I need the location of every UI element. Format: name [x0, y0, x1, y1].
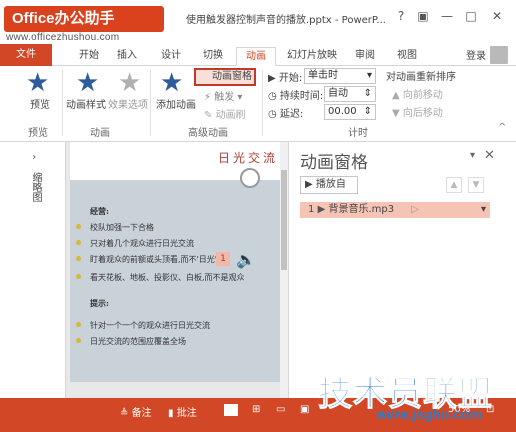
- login-link[interactable]: 登录: [466, 47, 486, 62]
- speaker-icon[interactable]: 🔈: [236, 250, 256, 269]
- slide-sorter-icon[interactable]: ⊞: [252, 404, 260, 415]
- animation-styles-star-icon[interactable]: ★: [76, 70, 99, 96]
- close-pane-icon[interactable]: ✕: [484, 148, 495, 163]
- animation-item-label: 背景音乐.mp3: [328, 204, 395, 215]
- slide-text-line: 经营:: [90, 206, 109, 216]
- start-dropdown[interactable]: 单击时 ▾: [304, 68, 376, 84]
- chevron-down-icon[interactable]: ▾: [481, 202, 490, 218]
- animation-pane-button[interactable]: 动画窗格: [194, 68, 256, 86]
- site-watermark-url: www.jsgho.com: [376, 406, 483, 422]
- ribbon: ★ 预览 预览 ★ 动画样式 ★ 效果选项 动画 ★ 添加动画 ⚡ 触发 ▾ ✎…: [0, 66, 516, 142]
- move-earlier-button[interactable]: ▲ 向前移动: [392, 86, 443, 101]
- effect-options-star-icon: ★: [118, 68, 142, 98]
- duration-input[interactable]: 自动 ⇕: [324, 86, 376, 102]
- start-label: ▶ 开始:: [268, 73, 303, 84]
- add-animation-button[interactable]: 添加动画: [156, 96, 196, 111]
- spinner-icon: ⇕: [363, 88, 372, 99]
- group-divider: [150, 70, 151, 136]
- ribbon-display-icon[interactable]: ▣: [412, 6, 434, 26]
- notes-button[interactable]: ≜ 备注: [120, 404, 152, 419]
- slide-heading[interactable]: 日光交流: [218, 149, 278, 166]
- move-up-icon[interactable]: ▲: [446, 177, 462, 193]
- group-divider: [262, 70, 263, 136]
- slide-text-line: 提示:: [90, 298, 109, 308]
- group-divider: [62, 70, 63, 136]
- slide-decoration-circle: [240, 168, 260, 188]
- tab-design[interactable]: 设计: [156, 47, 186, 66]
- close-button[interactable]: ✕: [486, 6, 508, 26]
- minimize-button[interactable]: —: [436, 6, 458, 26]
- chevron-down-icon: ▾: [366, 70, 372, 81]
- animation-pane-label: 动画窗格: [212, 71, 252, 82]
- group-label-preview: 预览: [28, 128, 48, 139]
- animation-painter-label: 动画刷: [215, 110, 246, 121]
- slide-text-line: 校队加强一下合格: [90, 223, 154, 232]
- animation-pane-title: 动画窗格: [300, 153, 368, 173]
- animation-painter-button[interactable]: ✎ 动画刷: [204, 106, 246, 121]
- trigger-button[interactable]: ⚡ 触发 ▾: [204, 88, 242, 103]
- bullet-icon: [76, 256, 81, 261]
- tab-slide-show[interactable]: 幻灯片放映: [284, 47, 340, 66]
- duration-label: ◷ 持续时间:: [268, 91, 324, 102]
- timing-bar-icon: ▷: [411, 204, 419, 215]
- bullet-icon: [76, 224, 81, 229]
- bullet-icon: [76, 322, 81, 327]
- bullet-icon: [76, 240, 81, 245]
- bullet-icon: [76, 274, 81, 279]
- pane-options-icon[interactable]: ▾: [470, 150, 475, 161]
- slide-text-line: 日光交流的范围应覆盖全场: [90, 337, 186, 346]
- reorder-title: 对动画重新排序: [386, 72, 456, 83]
- normal-view-icon[interactable]: [224, 404, 238, 416]
- slideshow-icon[interactable]: ▣: [300, 404, 309, 415]
- thumbnail-pane-label[interactable]: 缩略图: [28, 172, 43, 202]
- animation-item-index: 1: [308, 204, 315, 215]
- slide-text-line: 盯着观众的前额或头顶看,而不'日光'交: [90, 255, 225, 264]
- avatar[interactable]: [490, 46, 508, 64]
- tab-home[interactable]: 开始: [74, 47, 104, 66]
- expand-thumbnails-icon[interactable]: ›: [32, 150, 36, 163]
- play-from-button[interactable]: ▶ 播放自: [300, 176, 358, 194]
- effect-options-button[interactable]: 效果选项: [108, 96, 148, 111]
- restore-button[interactable]: □: [460, 6, 482, 26]
- slide-scrollbar-thumb[interactable]: [281, 170, 287, 270]
- preview-button[interactable]: 预览: [30, 96, 50, 111]
- group-label-timing: 计时: [348, 128, 368, 139]
- animation-order-marker[interactable]: 1: [216, 252, 230, 266]
- trigger-label: 触发: [214, 92, 235, 103]
- tab-insert[interactable]: 插入: [112, 47, 142, 66]
- help-button[interactable]: ?: [390, 6, 412, 26]
- tab-view[interactable]: 视图: [392, 47, 422, 66]
- brand-watermark-url: www.officezhushou.com: [6, 32, 120, 43]
- move-down-icon[interactable]: ▼: [468, 177, 484, 193]
- comments-button[interactable]: ▮ 批注: [168, 404, 197, 419]
- group-label-advanced-animation: 高级动画: [188, 128, 228, 139]
- play-icon: ▶: [317, 204, 326, 215]
- slide-text-line: 看天花板、地板、投影仪、白板,而不是观众: [90, 273, 245, 282]
- delay-input[interactable]: 00.00 ⇕: [324, 104, 376, 120]
- tab-transitions[interactable]: 切换: [198, 47, 228, 66]
- group-label-animation: 动画: [90, 128, 110, 139]
- brand-watermark-badge: Office办公助手: [4, 6, 164, 32]
- tab-review[interactable]: 审阅: [350, 47, 380, 66]
- slide-text-line: 针对一个一个的观众进行日光交流: [90, 321, 210, 330]
- tab-animations[interactable]: 动画: [236, 47, 276, 66]
- add-animation-star-icon[interactable]: ★: [160, 70, 183, 96]
- document-title: 使用触发器控制声音的播放.pptx - PowerP...: [186, 15, 386, 26]
- animation-styles-button[interactable]: 动画样式: [66, 96, 106, 111]
- bullet-icon: [76, 338, 81, 343]
- reading-view-icon[interactable]: ▭: [276, 404, 285, 415]
- slide-text-line: 只对着几个观众进行日光交流: [90, 239, 194, 248]
- preview-star-icon[interactable]: ★: [26, 70, 49, 96]
- animation-list-item[interactable]: 1 ▶ 背景音乐.mp3 ▷ ▾: [300, 202, 490, 218]
- ribbon-tab-bar: 文件 开始 插入 设计 切换 动画 幻灯片放映 审阅 视图 登录: [0, 44, 516, 66]
- spinner-icon: ⇕: [363, 106, 372, 117]
- move-later-button[interactable]: ▼ 向后移动: [392, 104, 443, 119]
- tab-file[interactable]: 文件: [0, 44, 52, 66]
- collapse-ribbon-icon[interactable]: ^: [498, 122, 506, 133]
- delay-label: ◷ 延迟:: [268, 109, 304, 120]
